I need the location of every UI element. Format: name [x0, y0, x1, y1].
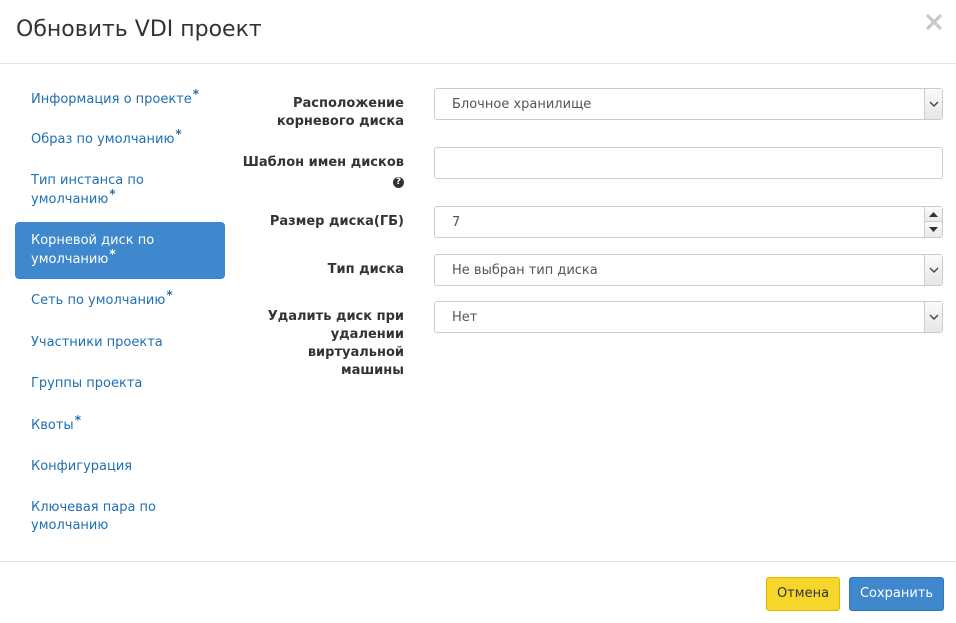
root-disk-location-label: Расположение корневого диска: [250, 95, 404, 131]
select-value: Не выбран тип диска: [452, 263, 598, 278]
delete-disk-label: Удалить диск при удалении виртуальной ма…: [250, 308, 404, 380]
modal-footer: Отмена Сохранить: [0, 561, 956, 623]
triangle-down-icon: [929, 227, 938, 232]
sidebar-item-label: Информация о проекте: [31, 92, 192, 107]
question-circle-icon[interactable]: ?: [393, 177, 404, 188]
label-line: виртуальной: [307, 345, 404, 360]
modal-header: Обновить VDI проект: [0, 0, 956, 64]
sidebar-item-default-image[interactable]: Образ по умолчанию*: [15, 127, 225, 150]
chevron-down-icon: [929, 314, 939, 320]
sidebar-item-default-instance-type[interactable]: Тип инстанса по умолчанию*: [15, 172, 225, 210]
required-marker: *: [166, 288, 173, 302]
required-marker: *: [175, 127, 182, 141]
disk-name-template-label: Шаблон имен дисков ?: [240, 154, 404, 190]
sidebar-item-label: Корневой диск по: [31, 233, 155, 248]
sidebar-item-default-network[interactable]: Сеть по умолчанию*: [15, 288, 225, 311]
sidebar-item-label: умолчанию: [31, 192, 109, 207]
select-value: Нет: [452, 310, 478, 325]
label-line: Размер диска(ГБ): [269, 214, 404, 229]
required-marker: *: [109, 187, 116, 201]
close-button[interactable]: [924, 12, 944, 32]
decrement-button[interactable]: [925, 222, 942, 237]
required-marker: *: [74, 413, 81, 427]
input-value: 7: [452, 215, 461, 230]
sidebar-item-label: Образ по умолчанию: [31, 132, 175, 147]
disk-type-label: Тип диска: [250, 261, 404, 279]
label-line: Удалить диск при: [267, 309, 404, 324]
label-line: корневого диска: [276, 114, 404, 129]
sidebar-item-default-root-disk[interactable]: Корневой диск по умолчанию*: [15, 222, 225, 279]
save-button[interactable]: Сохранить: [849, 577, 944, 611]
required-marker: *: [192, 87, 200, 101]
cancel-button[interactable]: Отмена: [766, 577, 840, 611]
sidebar-item-default-keypair[interactable]: Ключевая пара по умолчанию: [15, 499, 225, 537]
delete-disk-select[interactable]: Нет: [434, 301, 943, 333]
sidebar-item-label: умолчанию: [31, 252, 109, 267]
close-icon: [926, 14, 942, 30]
label-line: Тип диска: [327, 262, 404, 277]
sidebar-item-quotas[interactable]: Квоты*: [15, 413, 225, 436]
disk-type-select[interactable]: Не выбран тип диска: [434, 254, 943, 286]
sidebar-item-label: умолчанию: [31, 518, 109, 533]
sidebar-item-project-members[interactable]: Участники проекта: [15, 334, 225, 354]
sidebar-item-label: Сеть по умолчанию: [31, 293, 166, 308]
label-line: удалении: [330, 327, 404, 342]
sidebar-item-label: Ключевая пара по: [31, 500, 157, 515]
label-line: Расположение: [292, 96, 404, 111]
sidebar-item-project-info[interactable]: Информация о проекте*: [15, 87, 225, 110]
increment-button[interactable]: [925, 207, 942, 222]
triangle-up-icon: [929, 212, 938, 217]
sidebar-item-label: Квоты: [31, 418, 74, 433]
required-marker: *: [109, 247, 116, 261]
sidebar-item-label: Группы проекта: [31, 376, 143, 391]
sidebar-item-label: Участники проекта: [31, 335, 163, 350]
root-disk-location-select[interactable]: Блочное хранилище: [434, 88, 943, 120]
dropdown-button[interactable]: [924, 89, 942, 119]
chevron-down-icon: [929, 101, 939, 107]
disk-name-template-input[interactable]: [434, 147, 943, 179]
label-line: Шаблон имен дисков: [242, 155, 404, 170]
select-value: Блочное хранилище: [452, 97, 592, 112]
sidebar-item-project-groups[interactable]: Группы проекта: [15, 375, 225, 395]
dropdown-button[interactable]: [924, 302, 942, 332]
number-spinner: [924, 207, 942, 237]
dropdown-button[interactable]: [924, 255, 942, 285]
disk-size-label: Размер диска(ГБ): [250, 213, 404, 231]
sidebar-item-label: Тип инстанса по: [31, 173, 144, 188]
disk-size-input[interactable]: 7: [434, 206, 943, 238]
sidebar-item-configuration[interactable]: Конфигурация: [15, 458, 225, 478]
label-line: машины: [340, 363, 404, 378]
dialog-title: Обновить VDI проект: [16, 17, 262, 42]
chevron-down-icon: [929, 267, 939, 273]
sidebar-item-label: Конфигурация: [31, 459, 133, 474]
